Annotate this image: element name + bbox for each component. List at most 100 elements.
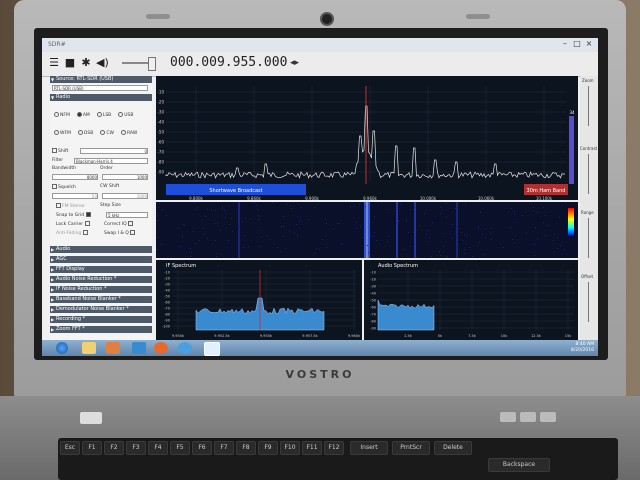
touchpad-button[interactable] <box>520 412 536 422</box>
key-f11[interactable]: F11 <box>302 441 322 455</box>
audio-spectrum-fill <box>377 299 435 331</box>
system-clock[interactable]: 8:40 AM 8/20/2016 <box>571 342 594 354</box>
mode-row-1: NFM AM LSB USB <box>54 112 141 119</box>
waterfall-noise <box>270 239 271 240</box>
waterfall-noise <box>259 216 260 217</box>
waterfall-noise <box>203 228 204 229</box>
close-icon[interactable]: × <box>584 40 594 48</box>
source-device-select[interactable]: RTL-SDR (USB) <box>52 85 148 91</box>
waterfall[interactable] <box>156 202 578 258</box>
key-f3[interactable]: F3 <box>126 441 146 455</box>
key-f8[interactable]: F8 <box>236 441 256 455</box>
key-f10[interactable]: F10 <box>280 441 300 455</box>
key-f12[interactable]: F12 <box>324 441 344 455</box>
mode-radio-dsb[interactable]: DSB <box>77 130 93 136</box>
power-button[interactable] <box>80 412 102 424</box>
mode-radio-lsb[interactable]: LSB <box>96 112 111 118</box>
cw-shift-input[interactable]: 1000 <box>102 193 148 199</box>
audio-y-tick: -40 <box>370 292 376 296</box>
key-prntscr[interactable]: PrntScr <box>392 441 430 455</box>
key-f6[interactable]: F6 <box>192 441 212 455</box>
ie-icon[interactable] <box>132 342 146 354</box>
maximize-icon[interactable]: □ <box>572 40 582 48</box>
key-f1[interactable]: F1 <box>82 441 102 455</box>
waterfall-noise <box>408 232 409 233</box>
filter-label: Filter <box>52 158 64 163</box>
panel-header-zoom-fft[interactable]: Zoom FFT * <box>50 326 152 333</box>
source-header[interactable]: Source: RTL-SDR (USB) <box>50 76 152 83</box>
lock-carrier-checkbox[interactable]: Lock Carrier <box>56 221 91 228</box>
waterfall-noise <box>256 205 257 206</box>
stop-icon[interactable]: ■ <box>64 57 76 69</box>
sdrsharp-taskbar-icon[interactable] <box>204 342 220 356</box>
waterfall-noise <box>461 232 462 233</box>
panel-header-fft-display[interactable]: FFT Display <box>50 266 152 273</box>
mode-radio-raw[interactable]: RAW <box>120 130 137 136</box>
key-delete[interactable]: Delete <box>434 441 472 455</box>
audio-spectrum[interactable]: Audio Spectrum -10 -20 -30 -40 -50 -60 -70 -80 -… <box>364 260 578 340</box>
range-slider[interactable] <box>588 218 589 258</box>
panel-header-audio-noise-reduction[interactable]: Audio Noise Reduction * <box>50 276 152 283</box>
frequency-display[interactable]: 000.009.955.000 <box>170 55 287 70</box>
shift-input[interactable]: 0 <box>80 148 148 154</box>
snap-to-grid-checkbox[interactable]: Snap to Grid <box>56 212 92 219</box>
mode-radio-wfm[interactable]: WFM <box>54 130 71 136</box>
explorer-icon[interactable] <box>82 342 96 354</box>
media-player-icon[interactable] <box>106 342 120 354</box>
panel-header-recording[interactable]: Recording * <box>50 316 152 323</box>
mode-radio-usb[interactable]: USB <box>118 112 134 118</box>
zoom-slider[interactable] <box>588 86 589 126</box>
frequency-step-arrows[interactable]: ◂▸ <box>290 58 299 68</box>
panel-header-baseband-noise-blanker[interactable]: Baseband Noise Blanker * <box>50 296 152 303</box>
panel-header-demodulator-noise-blanker[interactable]: Demodulator Noise Blanker * <box>50 306 152 313</box>
waterfall-noise <box>446 217 447 218</box>
key-f2[interactable]: F2 <box>104 441 124 455</box>
fft-spectrum[interactable]: -10 -20 -30 -40 -50 -60 -70 -80 -90 9.800k 9.860k 9… <box>156 76 578 200</box>
bandwidth-input[interactable]: 8000 <box>52 174 98 180</box>
key-f4[interactable]: F4 <box>148 441 168 455</box>
swap-iq-checkbox[interactable]: Swap I & Q <box>104 230 136 237</box>
mode-radio-am[interactable]: AM <box>76 112 90 118</box>
panel-header-agc[interactable]: AGC <box>50 256 152 263</box>
key-f5[interactable]: F5 <box>170 441 190 455</box>
shift-checkbox[interactable]: Shift <box>52 148 68 155</box>
chrome-icon[interactable] <box>178 342 192 354</box>
firefox-icon[interactable] <box>154 342 168 354</box>
step-size-select[interactable]: 5 kHz <box>106 212 148 218</box>
mode-radio-cw[interactable]: CW <box>100 130 114 136</box>
lid-clip <box>146 14 170 19</box>
panel-header-if-noise-reduction[interactable]: IF Noise Reduction * <box>50 286 152 293</box>
fm-stereo-checkbox[interactable]: FM Stereo <box>56 203 85 210</box>
contrast-slider[interactable] <box>588 154 589 194</box>
minimize-icon[interactable]: – <box>560 40 570 48</box>
if-x-tick: 9.957.5k <box>302 334 318 338</box>
waterfall-noise <box>398 221 399 222</box>
squelch-input[interactable]: 50 <box>52 193 98 199</box>
squelch-checkbox[interactable]: Squelch <box>52 184 76 191</box>
menu-icon[interactable]: ☰ <box>48 57 60 69</box>
panel-header-audio[interactable]: Audio <box>50 246 152 253</box>
start-button[interactable] <box>56 342 68 354</box>
key-f9[interactable]: F9 <box>258 441 278 455</box>
order-input[interactable]: 1000 <box>102 174 148 180</box>
touchpad-button[interactable] <box>500 412 516 422</box>
radio-header[interactable]: Radio <box>50 94 152 101</box>
if-spectrum[interactable]: IF Spectrum -10 -20 -30 -40 -50 -60 -70 -80 -90 -… <box>156 260 362 340</box>
key-backspace[interactable]: Backspace <box>488 458 550 472</box>
key-f7[interactable]: F7 <box>214 441 234 455</box>
key-insert[interactable]: Insert <box>350 441 388 455</box>
key-esc[interactable]: Esc <box>60 441 80 455</box>
audio-x-tick: 5k <box>438 334 443 338</box>
volume-slider-knob[interactable] <box>148 57 156 71</box>
mode-radio-nfm[interactable]: NFM <box>54 112 70 118</box>
touchpad-button[interactable] <box>540 412 556 422</box>
filter-select[interactable]: Blackman-Harris 4 <box>74 158 148 164</box>
waterfall-noise <box>297 234 298 235</box>
anti-fading-checkbox[interactable]: Anti-Fading <box>56 230 89 237</box>
gear-icon[interactable]: ✱ <box>80 57 92 69</box>
fft-x-tick: 9.800k <box>189 196 203 200</box>
if-y-tick: -100 <box>162 325 170 329</box>
correct-iq-checkbox[interactable]: Correct IQ <box>104 221 134 228</box>
offset-slider[interactable] <box>588 282 589 322</box>
speaker-icon[interactable]: ◀) <box>96 57 109 69</box>
